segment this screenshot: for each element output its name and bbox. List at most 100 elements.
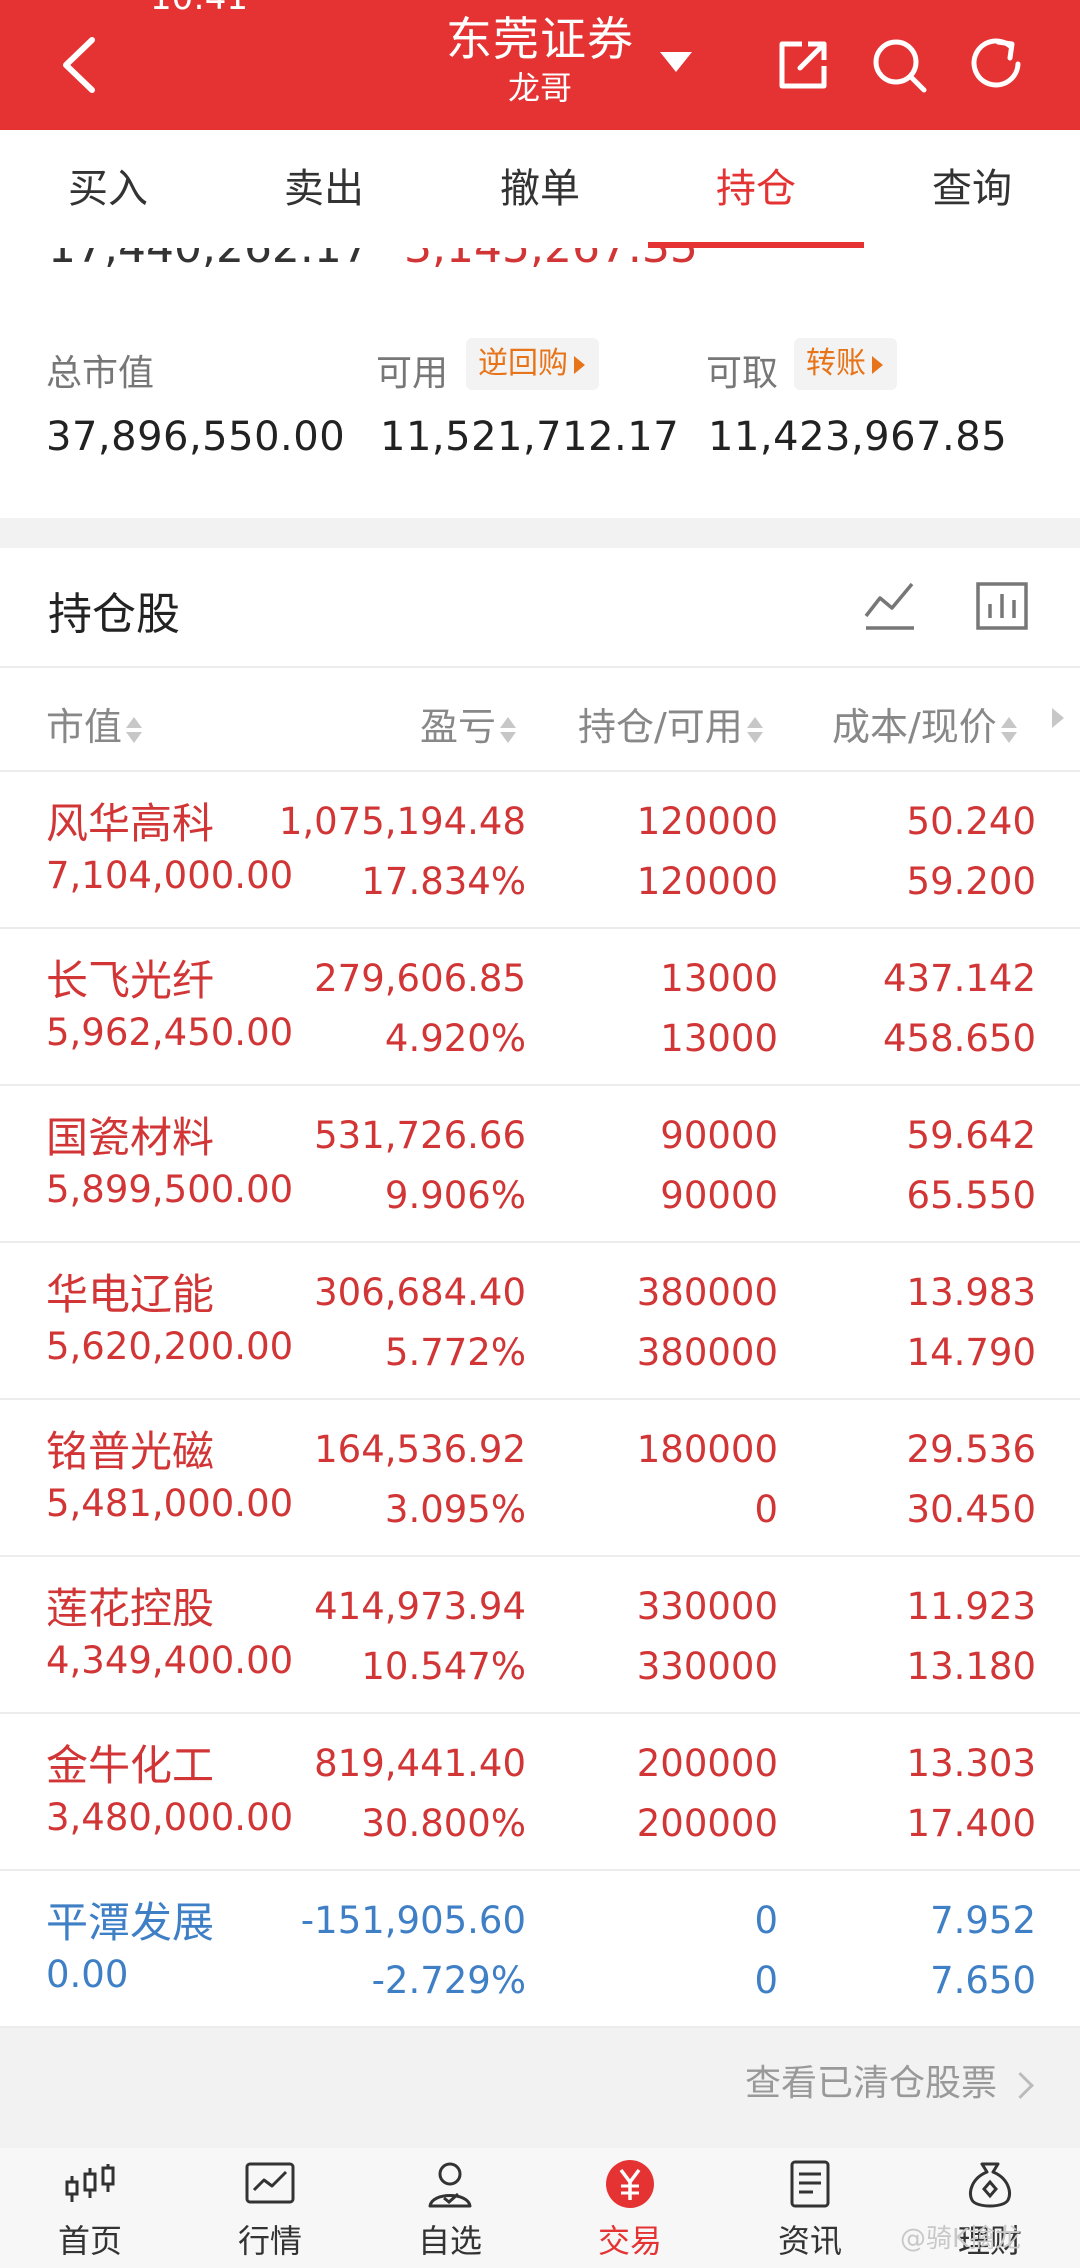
bar-chart-icon[interactable] [974,578,1030,634]
sort-icon [126,713,143,747]
col-quantity-label: 持仓/可用 [578,705,743,749]
user-check-icon [428,2162,472,2208]
yen-icon [606,2160,654,2208]
play-arrow-icon [872,355,883,374]
stock-cost-price: 13.303 [906,1742,1036,1785]
nav-market[interactable]: 行情 [180,2148,360,2268]
stock-current-price: 13.180 [906,1645,1036,1688]
back-arrow-icon[interactable] [52,32,112,98]
account-summary: 17,440,262.17 3,145,267.35 总市值 37,896,55… [0,248,1080,518]
stock-holding-qty: 330000 [636,1585,778,1628]
holding-row[interactable]: 华电辽能 5,620,200.00 306,684.40 5.772% 3800… [0,1243,1080,1400]
stock-market-value: 0.00 [46,1953,129,1996]
sort-icon [1000,713,1017,747]
stock-current-price: 7.650 [930,1959,1036,2002]
stock-cost-price: 29.536 [906,1428,1036,1471]
stock-pnl-pct: 4.920% [384,1017,526,1060]
cleared-link-label: 查看已清仓股票 [744,2063,997,2104]
stock-name: 平潭发展 [46,1898,215,1947]
transfer-button[interactable]: 转账 [794,338,897,390]
nav-trade-label: 交易 [597,2222,662,2260]
stock-available-qty: 0 [754,1959,778,2002]
trend-chart-icon[interactable] [862,578,918,634]
stock-pnl: 279,606.85 [314,957,526,1000]
holding-row[interactable]: 长飞光纤 5,962,450.00 279,606.85 4.920% 1300… [0,929,1080,1086]
nav-watchlist[interactable]: 自选 [360,2148,540,2268]
stock-name: 国瓷材料 [46,1113,215,1162]
stock-holding-qty: 90000 [660,1114,778,1157]
sort-quantity[interactable]: 持仓/可用 [578,696,763,751]
withdrawable-label: 可取 [706,353,779,394]
view-cleared-stocks-link[interactable]: 查看已清仓股票 [744,2054,1034,2106]
holding-row[interactable]: 平潭发展 0.00 -151,905.60 -2.729% 0 0 7.952 … [0,1871,1080,2028]
reverse-repo-button[interactable]: 逆回购 [466,338,599,390]
stock-name: 莲花控股 [46,1584,215,1633]
total-market-value-label: 总市值 [46,353,155,394]
refresh-icon[interactable] [966,34,1028,96]
holding-row[interactable]: 国瓷材料 5,899,500.00 531,726.66 9.906% 9000… [0,1086,1080,1243]
partial-total-assets: 17,440,262.17 [48,248,370,273]
section-divider [0,518,1080,548]
stock-holding-qty: 380000 [636,1271,778,1314]
dropdown-caret-icon[interactable] [660,52,692,72]
sort-market-value[interactable]: 市值 [46,696,143,751]
stock-holding-qty: 13000 [660,957,778,1000]
stock-current-price: 458.650 [882,1017,1036,1060]
sort-price[interactable]: 成本/现价 [832,696,1017,751]
holding-row[interactable]: 莲花控股 4,349,400.00 414,973.94 10.547% 330… [0,1557,1080,1714]
sort-icon [500,713,517,747]
holding-row[interactable]: 铭普光磁 5,481,000.00 164,536.92 3.095% 1800… [0,1400,1080,1557]
sort-icon [746,713,763,747]
candlestick-icon [65,2164,115,2202]
stock-market-value: 5,899,500.00 [46,1168,294,1211]
stock-available-qty: 13000 [660,1017,778,1060]
available-funds: 11,521,712.17 [380,414,680,460]
tab-buy[interactable]: 买入 [0,130,216,248]
stock-available-qty: 90000 [660,1174,778,1217]
tab-positions[interactable]: 持仓 [648,130,864,248]
stock-pnl-pct: 30.800% [361,1802,526,1845]
user-name: 龙哥 [507,69,572,107]
stock-holding-qty: 200000 [636,1742,778,1785]
available-funds-label: 可用 [376,353,449,394]
stock-pnl-pct: 17.834% [361,860,526,903]
stock-available-qty: 120000 [636,860,778,903]
stock-cost-price: 11.923 [906,1585,1036,1628]
holdings-column-headers: 市值 盈亏 持仓/可用 成本/现价 [0,668,1080,772]
holdings-list: 风华高科 7,104,000.00 1,075,194.48 17.834% 1… [0,772,1080,2028]
stock-name: 铭普光磁 [46,1427,215,1476]
account-switcher[interactable]: 东莞证券 龙哥 [390,10,690,108]
stock-market-value: 5,620,200.00 [46,1325,294,1368]
tab-cancel-order[interactable]: 撤单 [432,130,648,248]
stock-market-value: 4,349,400.00 [46,1639,294,1682]
stock-current-price: 65.550 [906,1174,1036,1217]
tab-sell[interactable]: 卖出 [216,130,432,248]
nav-home-label: 首页 [57,2222,122,2260]
stock-pnl-pct: 5.772% [384,1331,526,1374]
stock-current-price: 59.200 [906,860,1036,903]
nav-home[interactable]: 首页 [0,2148,180,2268]
stock-pnl-pct: 3.095% [384,1488,526,1531]
transfer-label: 转账 [806,346,866,381]
share-icon[interactable] [772,34,834,96]
holding-row[interactable]: 风华高科 7,104,000.00 1,075,194.48 17.834% 1… [0,772,1080,929]
tab-query[interactable]: 查询 [864,130,1080,248]
col-price-label: 成本/现价 [832,705,997,749]
stock-current-price: 30.450 [906,1488,1036,1531]
stock-holding-qty: 0 [754,1899,778,1942]
stock-current-price: 14.790 [906,1331,1036,1374]
scroll-right-icon[interactable] [1052,708,1064,728]
sort-pnl[interactable]: 盈亏 [420,696,517,751]
holding-row[interactable]: 金牛化工 3,480,000.00 819,441.40 30.800% 200… [0,1714,1080,1871]
trade-tabs: 买入 卖出 撤单 持仓 查询 [0,130,1080,248]
stock-pnl-pct: 10.547% [361,1645,526,1688]
search-icon[interactable] [868,34,930,96]
money-bag-icon [969,2162,1011,2208]
nav-news[interactable]: 资讯 [720,2148,900,2268]
play-arrow-icon [574,355,585,374]
stock-available-qty: 200000 [636,1802,778,1845]
stock-pnl: 306,684.40 [314,1271,526,1314]
nav-trade[interactable]: 交易 [540,2148,720,2268]
stock-pnl-pct: 9.906% [384,1174,526,1217]
stock-pnl: 531,726.66 [314,1114,526,1157]
